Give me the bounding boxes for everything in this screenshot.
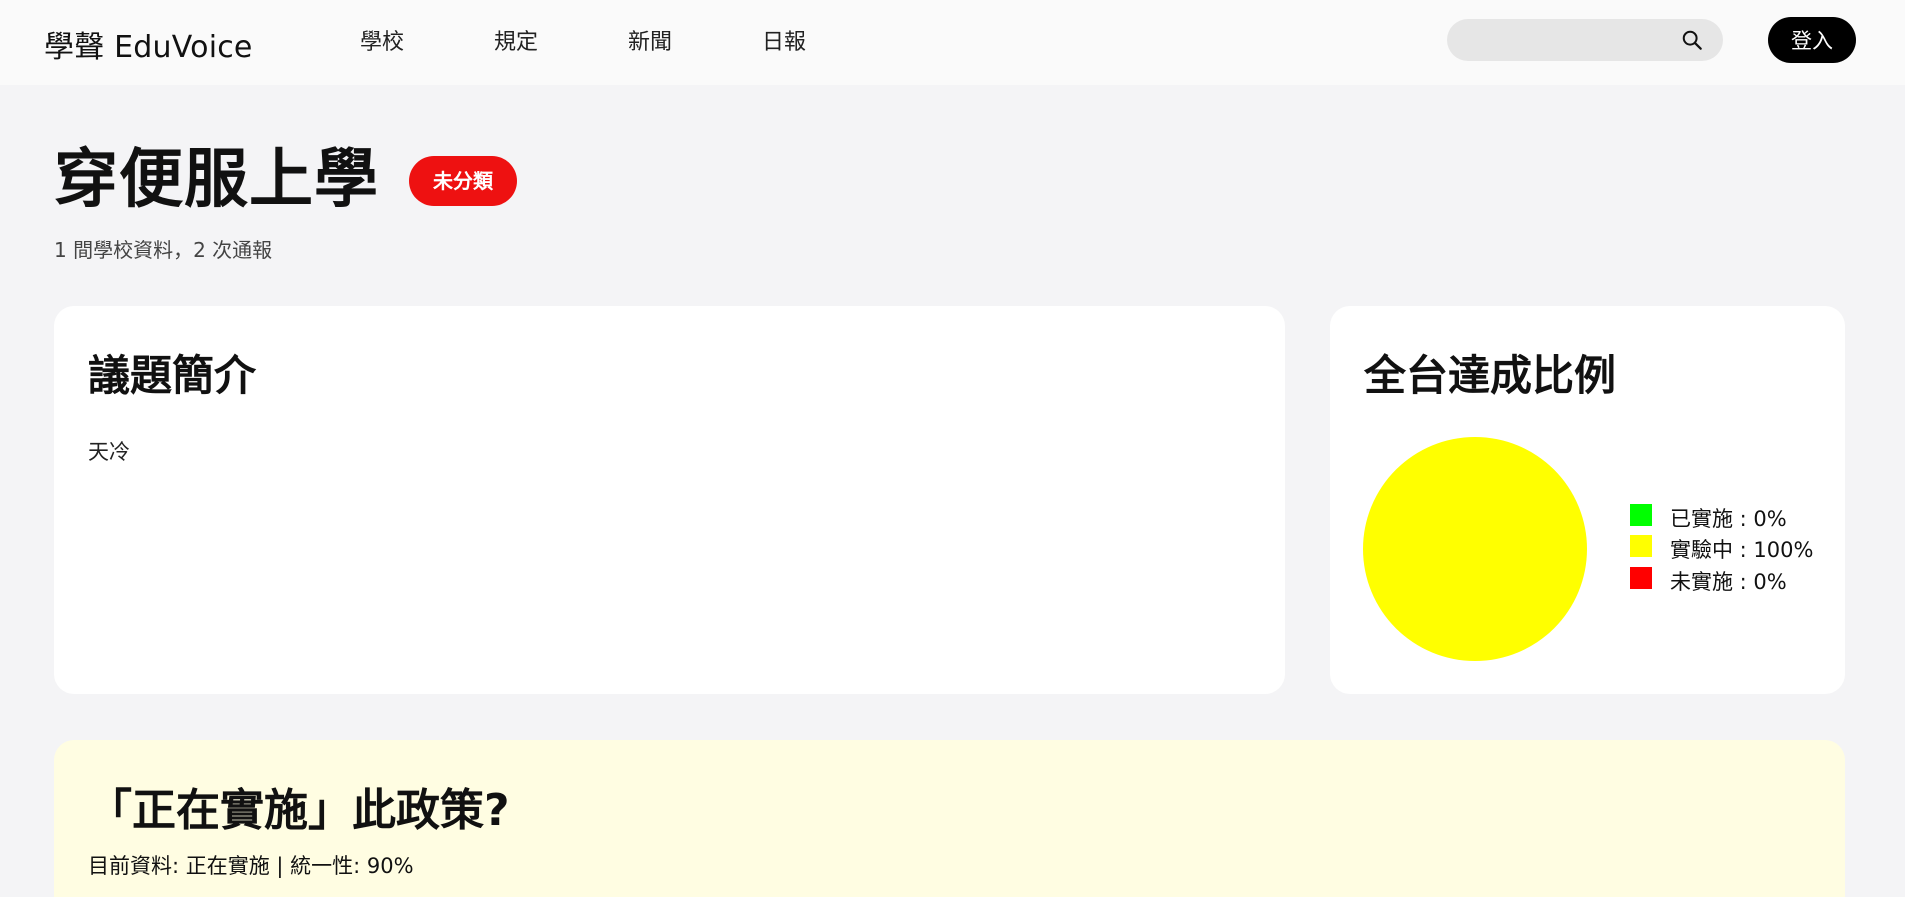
search-input[interactable] bbox=[1447, 19, 1667, 61]
policy-status: 目前資料: 正在實施 | 統一性: 90% bbox=[88, 854, 414, 878]
topic-summary: 1 間學校資料，2 次通報 bbox=[54, 238, 273, 262]
legend-item-implemented: 已實施 : 0% bbox=[1630, 502, 1813, 534]
nav-item-schools[interactable]: 學校 bbox=[360, 24, 494, 56]
nav-item-daily[interactable]: 日報 bbox=[762, 24, 896, 56]
stats-heading: 全台達成比例 bbox=[1364, 351, 1617, 400]
legend-label-not-implemented: 未實施 : 0% bbox=[1670, 569, 1787, 594]
legend-swatch-not-implemented bbox=[1630, 566, 1652, 589]
intro-text: 天冷 bbox=[88, 440, 130, 464]
nav-item-rules[interactable]: 規定 bbox=[494, 24, 628, 56]
implementation-pie-chart bbox=[1363, 437, 1587, 661]
policy-card: 「正在實施」此政策? 目前資料: 正在實施 | 統一性: 90% bbox=[54, 740, 1845, 897]
stats-card: 全台達成比例 已實施 : 0% 實驗中 : 100% 未實施 : 0% bbox=[1330, 306, 1845, 694]
page-title: 穿便服上學 bbox=[54, 143, 379, 217]
legend-item-not-implemented: 未實施 : 0% bbox=[1630, 565, 1813, 597]
policy-heading: 「正在實施」此政策? bbox=[88, 785, 510, 836]
main-nav: 學校 規定 新聞 日報 bbox=[360, 24, 896, 56]
legend-swatch-experimental bbox=[1630, 535, 1652, 558]
category-badge[interactable]: 未分類 bbox=[409, 156, 517, 206]
page: 學聲 EduVoice 學校 規定 新聞 日報 登入 穿便服上學 未分類 1 間… bbox=[0, 0, 1905, 897]
pie-legend: 已實施 : 0% 實驗中 : 100% 未實施 : 0% bbox=[1630, 502, 1813, 597]
search-box bbox=[1447, 19, 1723, 61]
legend-label-implemented: 已實施 : 0% bbox=[1670, 506, 1787, 531]
nav-item-news[interactable]: 新聞 bbox=[628, 24, 762, 56]
topic-title-row: 穿便服上學 未分類 bbox=[54, 128, 517, 220]
top-header: 學聲 EduVoice 學校 規定 新聞 日報 登入 bbox=[0, 0, 1905, 85]
brand-logo[interactable]: 學聲 EduVoice bbox=[44, 22, 253, 66]
login-button[interactable]: 登入 bbox=[1768, 17, 1856, 63]
pie-slice-experimental bbox=[1363, 437, 1587, 661]
legend-swatch-implemented bbox=[1630, 503, 1652, 526]
legend-item-experimental: 實驗中 : 100% bbox=[1630, 534, 1813, 566]
intro-heading: 議題簡介 bbox=[88, 351, 257, 400]
search-icon[interactable] bbox=[1681, 29, 1703, 51]
intro-card: 議題簡介 天冷 bbox=[54, 306, 1285, 694]
legend-label-experimental: 實驗中 : 100% bbox=[1670, 538, 1814, 563]
